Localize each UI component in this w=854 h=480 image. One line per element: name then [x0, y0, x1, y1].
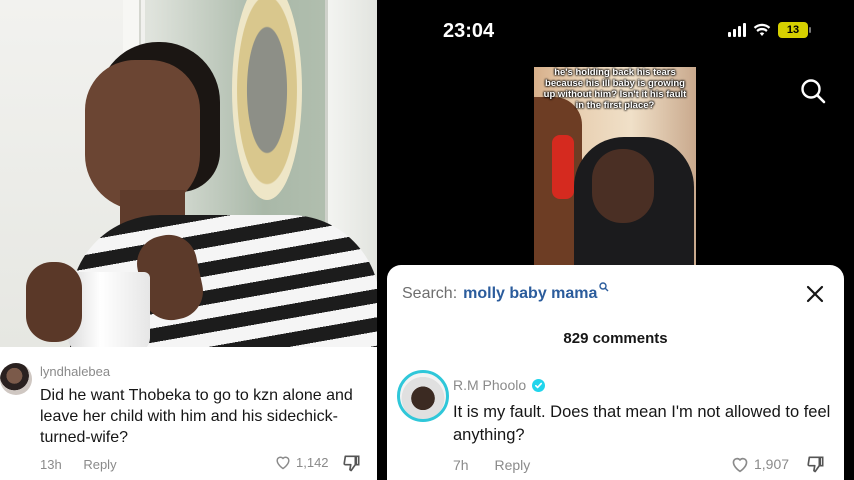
avatar[interactable]: [0, 363, 32, 395]
battery-level: 13: [786, 24, 800, 36]
verified-badge-icon: [532, 378, 546, 392]
like-count: 1,142: [296, 454, 329, 470]
heart-icon: [276, 456, 290, 470]
comment-meta: 7h Reply: [453, 457, 552, 473]
close-icon: [806, 285, 824, 303]
dislike-icon: [343, 455, 360, 472]
status-time: 23:04: [443, 20, 495, 42]
comment-count: 829 comments: [563, 330, 668, 347]
left-panel: lyndhalebea Did he want Thobeka to go to…: [0, 0, 377, 480]
comments-sheet: Search: molly baby mama 829 comments R.M…: [387, 265, 844, 480]
comment-text: It is my fault. Does that mean I'm not a…: [453, 403, 831, 444]
wall-mirror: [232, 0, 302, 200]
search-button[interactable]: [800, 78, 826, 109]
reply-button[interactable]: Reply: [83, 457, 116, 472]
signal-icon: [728, 23, 746, 37]
like-button[interactable]: 1,142: [274, 454, 329, 470]
status-icons: 13: [728, 22, 811, 38]
comment-username[interactable]: R.M Phoolo: [453, 377, 526, 393]
comment-username-row: R.M Phoolo: [453, 377, 546, 393]
video-frame-left[interactable]: [0, 0, 377, 347]
comment-card-left: lyndhalebea Did he want Thobeka to go to…: [0, 347, 377, 480]
battery-icon: 13: [778, 22, 811, 38]
comment-time: 13h: [40, 457, 62, 472]
person-face: [85, 60, 200, 210]
mug-hand: [26, 262, 82, 342]
avatar[interactable]: [397, 370, 449, 422]
dislike-button[interactable]: [342, 453, 362, 478]
video-caption: he's holding back his tears because his …: [543, 67, 687, 111]
search-query[interactable]: molly baby mama: [463, 285, 597, 303]
search-suggestion[interactable]: Search: molly baby mama: [402, 282, 609, 303]
comment-text: Did he want Thobeka to go to kzn alone a…: [40, 387, 353, 446]
close-button[interactable]: [806, 285, 824, 308]
video-frame-right[interactable]: he's holding back his tears because his …: [534, 67, 696, 267]
comment-time: 7h: [453, 457, 469, 473]
reply-button[interactable]: Reply: [494, 457, 530, 473]
person-face-right: [592, 149, 654, 223]
dislike-button[interactable]: [806, 454, 826, 479]
fire-extinguisher: [552, 135, 574, 199]
search-prefix: Search:: [402, 285, 458, 302]
right-panel: 23:04 13 he's holding back his tears bec…: [377, 0, 854, 480]
like-button[interactable]: 1,907: [730, 455, 789, 473]
comment-meta: 13h Reply: [40, 457, 135, 472]
comment-username[interactable]: lyndhalebea: [40, 364, 110, 379]
heart-icon: [732, 457, 748, 473]
search-icon: [801, 79, 826, 104]
dislike-icon: [807, 456, 824, 473]
search-small-icon: [599, 282, 609, 292]
wifi-icon: [753, 23, 771, 36]
like-count: 1,907: [754, 456, 790, 472]
